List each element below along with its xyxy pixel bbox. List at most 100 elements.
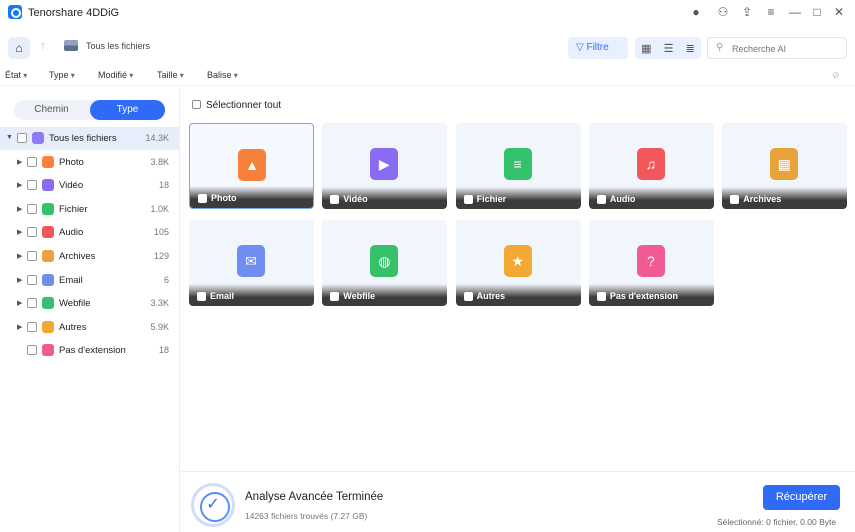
expand-caret-icon[interactable]: ▶: [17, 323, 22, 331]
card-checkbox[interactable]: [596, 292, 606, 301]
card-footer: Pas d'extension: [588, 284, 714, 306]
card-label: Vidéo: [343, 194, 368, 204]
filter-type-dropdown[interactable]: Type: [49, 70, 75, 80]
tree-item-checkbox[interactable]: [27, 203, 37, 214]
select-all[interactable]: Sélectionner tout: [192, 100, 281, 111]
tree-item-fichier[interactable]: ▶ Fichier 1.0K: [0, 198, 180, 221]
expand-caret-icon[interactable]: ▶: [17, 181, 22, 189]
category-card-autres[interactable]: ★ Autres: [455, 220, 581, 306]
card-checkbox[interactable]: [330, 292, 340, 301]
list-view-icon[interactable]: ☰: [664, 42, 674, 55]
maximize-icon[interactable]: □: [810, 5, 824, 19]
tab-chemin[interactable]: Chemin: [14, 100, 89, 120]
tree-item-label: Email: [59, 274, 83, 286]
card-label: Fichier: [476, 194, 507, 204]
category-card-photo[interactable]: ▲ Photo: [189, 123, 314, 209]
pas-extension-icon: [42, 344, 54, 357]
select-all-checkbox[interactable]: [192, 100, 201, 109]
tree-item-archives[interactable]: ▶ Archives 129: [0, 245, 180, 268]
tree-item-checkbox[interactable]: [27, 251, 37, 261]
tree-item-all-files[interactable]: ▼ Tous les fichiers 14.3K: [0, 127, 180, 150]
home-icon: ⌂: [15, 41, 23, 55]
menu-icon[interactable]: ≡: [764, 5, 778, 19]
tree-item-label: Vidéo: [59, 180, 84, 192]
tree-item-audio[interactable]: ▶ Audio 105: [0, 221, 180, 244]
expand-caret-icon[interactable]: ▶: [17, 252, 22, 260]
tab-type[interactable]: Type: [90, 100, 165, 120]
tree-item-email[interactable]: ▶ Email 6: [0, 269, 180, 292]
expand-caret-icon[interactable]: ▶: [17, 299, 22, 307]
close-icon[interactable]: ✕: [832, 5, 846, 19]
autres-icon: [42, 320, 54, 333]
card-label: Audio: [609, 194, 636, 204]
category-card-email[interactable]: ✉ Email: [189, 220, 314, 306]
filter-balise-dropdown[interactable]: Balise: [207, 70, 238, 80]
tree-item-checkbox[interactable]: [27, 227, 37, 238]
drive-icon: [64, 40, 78, 51]
card-footer: Webfile: [322, 284, 448, 306]
tree-item-checkbox[interactable]: [27, 298, 37, 309]
category-card-video[interactable]: ▶ Vidéo: [322, 123, 448, 209]
category-card-audio[interactable]: ♫ Audio: [588, 123, 714, 209]
category-card-webfile[interactable]: ◍ Webfile: [322, 220, 448, 306]
tree-item-label: Autres: [59, 321, 87, 333]
card-checkbox[interactable]: [330, 195, 340, 204]
tree-item-checkbox[interactable]: [27, 156, 37, 167]
tree-item-count: 6: [163, 274, 169, 285]
account-icon[interactable]: ⚇: [716, 5, 730, 19]
grid-view-icon[interactable]: ▦: [641, 42, 651, 55]
filter-taille-dropdown[interactable]: Taille: [157, 70, 184, 80]
card-checkbox[interactable]: [596, 195, 606, 204]
all-files-icon: [32, 132, 44, 144]
tree-item-pas-extension[interactable]: Pas d'extension 18: [0, 339, 180, 362]
category-card-archives[interactable]: ▦ Archives: [722, 123, 848, 209]
video-icon: ▶: [370, 148, 399, 180]
upload-icon[interactable]: ⇪: [740, 5, 754, 19]
search-box: ⚲: [707, 37, 847, 59]
tree-item-label: Fichier: [59, 203, 88, 215]
filter-bar: État Type Modifié Taille Balise ⊘: [0, 64, 855, 86]
detail-view-icon[interactable]: ≣: [686, 42, 695, 55]
card-checkbox[interactable]: [197, 292, 206, 301]
card-checkbox[interactable]: [730, 195, 740, 204]
tree-item-autres[interactable]: ▶ Autres 5.9K: [0, 316, 180, 339]
expand-caret-icon[interactable]: ▶: [17, 158, 22, 166]
view-toggle-group: ▦ ☰ ≣: [635, 37, 701, 59]
tree-item-photo[interactable]: ▶ Photo 3.8K: [0, 151, 180, 174]
tree-item-checkbox[interactable]: [27, 345, 37, 356]
category-card-pas-extension[interactable]: ? Pas d'extension: [588, 220, 714, 306]
expand-caret-icon[interactable]: ▶: [17, 276, 22, 284]
robot-assistant-icon[interactable]: ●: [689, 5, 703, 19]
expand-caret-icon[interactable]: ▶: [17, 228, 22, 236]
tree-item-count: 1.0K: [150, 203, 169, 214]
card-checkbox[interactable]: [198, 194, 207, 203]
search-input[interactable]: [732, 41, 842, 56]
recover-button[interactable]: Récupérer: [763, 485, 840, 510]
tree-item-label: Archives: [59, 251, 96, 262]
card-footer: Fichier: [455, 187, 581, 209]
expand-caret-icon[interactable]: ▶: [17, 205, 22, 213]
tree-item-webfile[interactable]: ▶ Webfile 3.3K: [0, 292, 180, 315]
tree-item-checkbox[interactable]: [27, 180, 37, 191]
tree-item-video[interactable]: ▶ Vidéo 18: [0, 174, 180, 197]
tree-item-checkbox[interactable]: [17, 133, 27, 143]
card-checkbox[interactable]: [463, 195, 473, 204]
filter-etat-dropdown[interactable]: État: [5, 70, 27, 80]
clear-filter-icon[interactable]: ⊘: [832, 70, 840, 81]
breadcrumb[interactable]: Tous les fichiers: [86, 41, 150, 51]
filter-label: Filtre: [586, 42, 609, 53]
up-arrow-button[interactable]: ↑: [40, 38, 46, 52]
tree-item-checkbox[interactable]: [27, 274, 37, 285]
tree-item-count: 129: [153, 251, 169, 261]
card-checkbox[interactable]: [463, 292, 473, 301]
minimize-icon[interactable]: —: [788, 5, 802, 19]
home-button[interactable]: ⌂: [8, 37, 30, 59]
category-card-fichier[interactable]: ≡ Fichier: [455, 123, 581, 209]
tree-item-checkbox[interactable]: [27, 321, 37, 332]
filter-icon: ▽: [576, 42, 587, 53]
card-label: Pas d'extension: [609, 291, 679, 301]
filter-button[interactable]: ▽ Filtre: [568, 37, 628, 59]
filter-modifie-dropdown[interactable]: Modifié: [98, 70, 133, 80]
expand-caret-icon[interactable]: ▼: [6, 134, 13, 141]
tree-item-count: 18: [158, 180, 169, 191]
